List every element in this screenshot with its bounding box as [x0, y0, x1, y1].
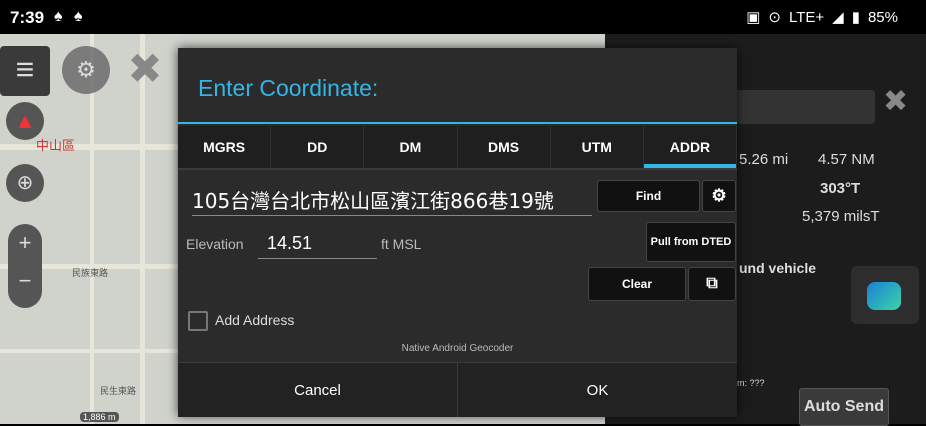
clear-button[interactable]: Clear	[588, 267, 686, 301]
auto-send-button[interactable]: Auto Send	[799, 388, 889, 426]
title-divider	[178, 122, 737, 124]
tab-dms[interactable]: DMS	[458, 126, 551, 168]
elevation-input[interactable]	[258, 228, 377, 259]
tab-utm[interactable]: UTM	[551, 126, 644, 168]
zoom-out-icon[interactable]: −	[8, 262, 42, 300]
geocoder-label: Native Android Geocoder	[401, 343, 514, 354]
tab-mgrs[interactable]: MGRS	[178, 126, 272, 168]
elevation-label: Elevation	[186, 236, 244, 252]
notification-icon: ♠	[54, 8, 63, 25]
location-icon: ⊙	[768, 9, 781, 26]
address-input[interactable]	[192, 184, 592, 216]
app-icon[interactable]	[851, 266, 919, 324]
network-label: LTE+	[789, 8, 825, 26]
menu-icon[interactable]: ≡	[0, 46, 50, 96]
battery-level: 85%	[867, 8, 898, 26]
map-label: 中山區	[36, 138, 76, 153]
settings-gear-icon[interactable]: ⚙	[702, 180, 736, 212]
coordinate-tabs: MGRS DD DM DMS UTM ADDR	[178, 126, 738, 168]
map-label: 民族東路	[72, 268, 109, 278]
battery-icon: ▮	[851, 9, 860, 26]
compass-icon[interactable]: ▲	[6, 102, 44, 140]
vehicle-label: und vehicle	[739, 260, 817, 276]
dialog-title: Enter Coordinate:	[198, 75, 379, 101]
add-address-checkbox[interactable]	[188, 311, 208, 331]
distance-mi: 5.26 mi	[739, 151, 789, 168]
locate-icon[interactable]: ⊕	[6, 164, 44, 202]
notification-icon: ♠	[74, 8, 83, 25]
distance-nm: 4.57 NM	[818, 151, 875, 168]
tools-icon[interactable]: ⚙	[62, 46, 110, 94]
map-scale: 1,886 m	[80, 412, 119, 422]
status-bar: 7:39 ♠ ♠ ▣ ⊙ LTE+ ◢ ▮ 85%	[0, 0, 926, 34]
dialog-button-row: Cancel OK	[178, 362, 737, 417]
enter-coordinate-dialog: Enter Coordinate: MGRS DD DM DMS UTM ADD…	[178, 48, 738, 417]
status-time: 7:39	[10, 8, 45, 27]
tab-dm[interactable]: DM	[364, 126, 458, 168]
cancel-button[interactable]: Cancel	[178, 363, 457, 417]
pull-from-dted-button[interactable]: Pull from DTED	[646, 222, 736, 262]
add-address-label: Add Address	[215, 312, 295, 328]
tabs-divider	[178, 168, 737, 170]
bearing-mils: 5,379 milsT	[802, 208, 880, 225]
close-icon[interactable]: ✖	[120, 44, 170, 94]
tab-addr[interactable]: ADDR	[643, 126, 738, 168]
cast-icon: ▣	[746, 9, 761, 26]
status-indicators: ▣ ⊙ LTE+ ◢ ▮ 85%	[746, 8, 898, 27]
zoom-in-icon[interactable]: +	[8, 224, 42, 262]
panel-footer-text: m: ???	[737, 378, 765, 388]
close-icon[interactable]: ✖	[883, 84, 908, 119]
map-label: 民生東路	[100, 386, 137, 396]
panel-input[interactable]	[735, 90, 875, 124]
zoom-control[interactable]: + −	[8, 224, 42, 308]
signal-icon: ◢	[832, 9, 844, 26]
elevation-unit: ft MSL	[381, 236, 422, 252]
find-button[interactable]: Find	[597, 180, 700, 212]
tab-dd[interactable]: DD	[271, 126, 365, 168]
ok-button[interactable]: OK	[457, 363, 737, 417]
copy-icon[interactable]: ⧉	[688, 267, 736, 301]
bearing: 303°T	[820, 180, 861, 197]
